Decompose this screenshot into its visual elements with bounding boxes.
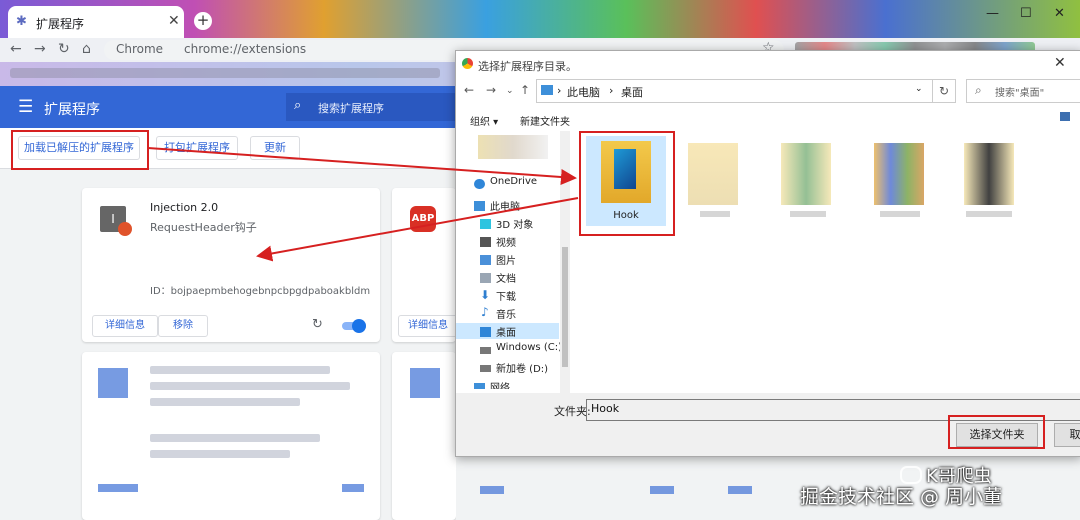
arrow-to-folder [147,147,577,185]
watermark-site: 掘金技术社区 @ 周小董 [800,486,1003,508]
arrow-to-card [256,197,579,262]
annotation-arrows [147,147,579,262]
